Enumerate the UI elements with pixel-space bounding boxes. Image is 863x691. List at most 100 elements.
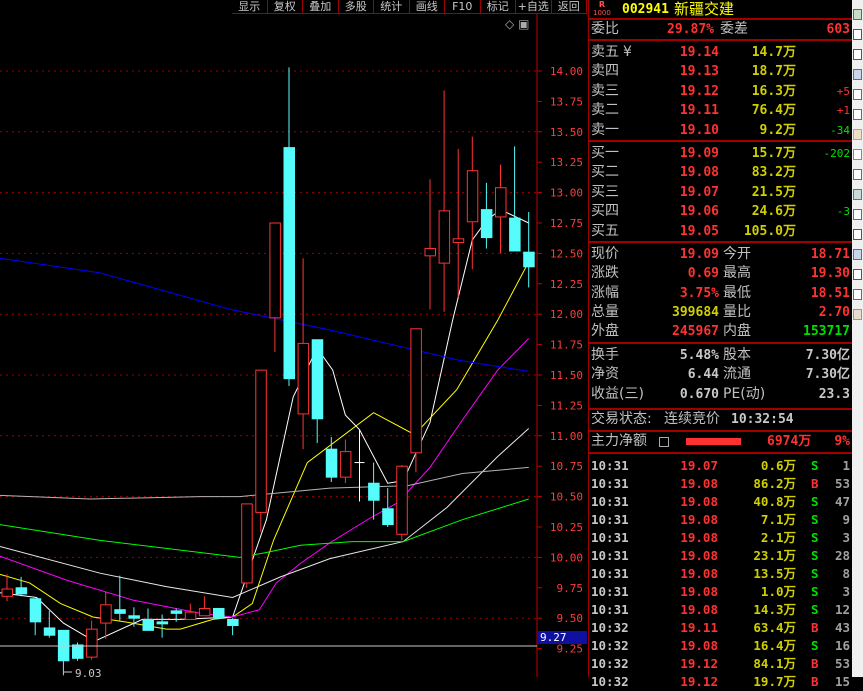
candle[interactable] <box>100 591 112 639</box>
trade-price: 19.12 <box>680 656 718 672</box>
stat-label: 外盘 <box>591 323 619 340</box>
candle[interactable] <box>184 603 197 620</box>
candle[interactable] <box>227 618 239 636</box>
toolbar-button-6[interactable]: F10 <box>445 0 481 13</box>
candle[interactable] <box>466 136 479 270</box>
candle[interactable] <box>523 212 535 288</box>
toolbar-button-0[interactable]: 显示 <box>232 0 268 13</box>
diamond-icon[interactable]: ◇ <box>505 17 514 31</box>
side-tool-icon[interactable] <box>853 89 862 100</box>
trade-row: 10:32 19.12 19.7万 B 15 <box>589 673 852 691</box>
candle[interactable] <box>368 462 380 520</box>
main-flow-detail-icon[interactable] <box>659 437 669 448</box>
side-tool-icon[interactable] <box>853 309 862 320</box>
y-tick-label: 10.50 <box>550 491 583 504</box>
side-tool-icon[interactable] <box>853 29 862 40</box>
candle[interactable] <box>43 610 56 638</box>
toolbar-button-3[interactable]: 多股 <box>339 0 374 13</box>
side-tool-icon[interactable] <box>853 229 862 240</box>
side-tool-icon[interactable] <box>853 269 862 280</box>
buy-row[interactable]: 买五 19.05 105.0万 <box>589 222 852 241</box>
side-tool-icon[interactable] <box>853 189 862 200</box>
trade-status-value: 连续竞价 <box>664 411 720 428</box>
level-price: 19.08 <box>679 165 719 181</box>
sell-row[interactable]: 卖四 19.13 18.7万 <box>589 62 852 81</box>
toolbar-button-1[interactable]: 复权 <box>268 0 303 13</box>
sell-row[interactable]: 卖一 19.10 9.2万 -34 <box>589 121 852 140</box>
stat-label: 今开 <box>723 245 751 262</box>
toolbar-button-8[interactable]: +自选 <box>516 0 552 13</box>
candle-body <box>170 610 183 614</box>
candle[interactable] <box>480 182 493 249</box>
side-tool-icon[interactable] <box>853 249 862 260</box>
candle[interactable] <box>339 439 352 484</box>
sell-row[interactable]: 卖三 19.12 16.3万 +5 <box>589 82 852 101</box>
candle[interactable] <box>86 620 98 660</box>
side-tool-icon[interactable] <box>853 129 862 140</box>
sell-row[interactable]: 卖二 19.11 76.4万 +1 <box>589 101 852 120</box>
y-tick-label: 13.75 <box>550 95 583 108</box>
candle[interactable] <box>72 642 84 661</box>
candle[interactable] <box>424 179 436 310</box>
candle-body <box>29 598 42 623</box>
level-volume: 24.6万 <box>751 204 796 220</box>
sell-row[interactable]: 卖五 ¥19.14 14.7万 <box>589 43 852 62</box>
candle[interactable] <box>283 67 295 386</box>
toolbar-button-5[interactable]: 画线 <box>410 0 445 13</box>
candle[interactable] <box>57 629 70 676</box>
toolbar-button-4[interactable]: 统计 <box>374 0 410 13</box>
side-tool-icon[interactable] <box>853 9 862 20</box>
candle[interactable] <box>156 614 169 638</box>
kline-chart[interactable]: 14.00 13.75 13.50 13.25 13.00 12.75 12.50 12.25… <box>0 0 588 677</box>
y-tick-label: 9.50 <box>557 612 584 625</box>
side-tool-icon[interactable] <box>853 289 862 300</box>
buy-row[interactable]: 买一 19.09 15.7万 -202 <box>589 144 852 163</box>
side-tool-icon[interactable] <box>853 209 862 220</box>
buy-orders: 买一 19.09 15.7万 -202 买二 19.08 83.2万 买三 19.07 21.5万… <box>589 142 852 243</box>
level-price: 19.09 <box>679 145 719 161</box>
panel-toggle-icon[interactable]: ▣ <box>518 17 529 31</box>
buy-row[interactable]: 买二 19.08 83.2万 <box>589 163 852 182</box>
candle[interactable] <box>255 369 267 532</box>
candle[interactable] <box>114 575 126 621</box>
candle[interactable] <box>142 608 154 631</box>
candle[interactable] <box>325 437 338 483</box>
trade-price: 19.12 <box>680 674 718 690</box>
side-tool-icon[interactable] <box>853 49 862 60</box>
candle[interactable] <box>29 598 42 636</box>
side-tool-icon[interactable] <box>853 149 862 160</box>
buy-row[interactable]: 买三 19.07 21.5万 <box>589 183 852 202</box>
candle[interactable] <box>269 222 281 352</box>
candle[interactable] <box>452 148 465 298</box>
side-tool-icon[interactable] <box>853 69 862 80</box>
candle[interactable] <box>410 328 422 473</box>
candle[interactable] <box>1 574 13 602</box>
level-label: 买五 <box>591 222 619 239</box>
candle[interactable] <box>354 429 365 502</box>
toolbar-button-7[interactable]: 标记 <box>481 0 516 13</box>
candle[interactable] <box>213 607 225 620</box>
stat-row: 涨跌 0.69 最高 19.30 <box>589 264 852 283</box>
y-tick-label: 11.00 <box>550 430 583 443</box>
candle[interactable] <box>509 146 521 252</box>
y-tick-label: 10.75 <box>550 460 583 473</box>
candle[interactable] <box>241 503 253 588</box>
side-tool-icon[interactable] <box>853 169 862 180</box>
candle[interactable] <box>438 90 451 312</box>
candle[interactable] <box>382 488 394 527</box>
price-marker-label: 9.27 <box>540 631 567 644</box>
candle[interactable] <box>396 464 408 541</box>
buy-row[interactable]: 买四 19.06 24.6万 -3 <box>589 202 852 221</box>
candle[interactable] <box>297 258 310 450</box>
y-tick-label: 12.75 <box>550 217 583 230</box>
trade-volume: 23.1万 <box>753 548 796 564</box>
candle[interactable] <box>495 164 507 254</box>
stat-value: 19.09 <box>679 246 719 262</box>
candle[interactable] <box>198 596 211 617</box>
candle[interactable] <box>311 339 324 444</box>
side-tool-icon[interactable] <box>853 109 862 120</box>
toolbar-button-2[interactable]: 叠加 <box>303 0 339 13</box>
toolbar-button-9[interactable]: 返回 <box>552 0 587 13</box>
level-label: 买四 <box>591 203 619 220</box>
tick-trades[interactable]: 10:31 19.07 0.6万 S 1 10:31 19.08 86.2万 B 53 10:31 1… <box>589 454 852 691</box>
